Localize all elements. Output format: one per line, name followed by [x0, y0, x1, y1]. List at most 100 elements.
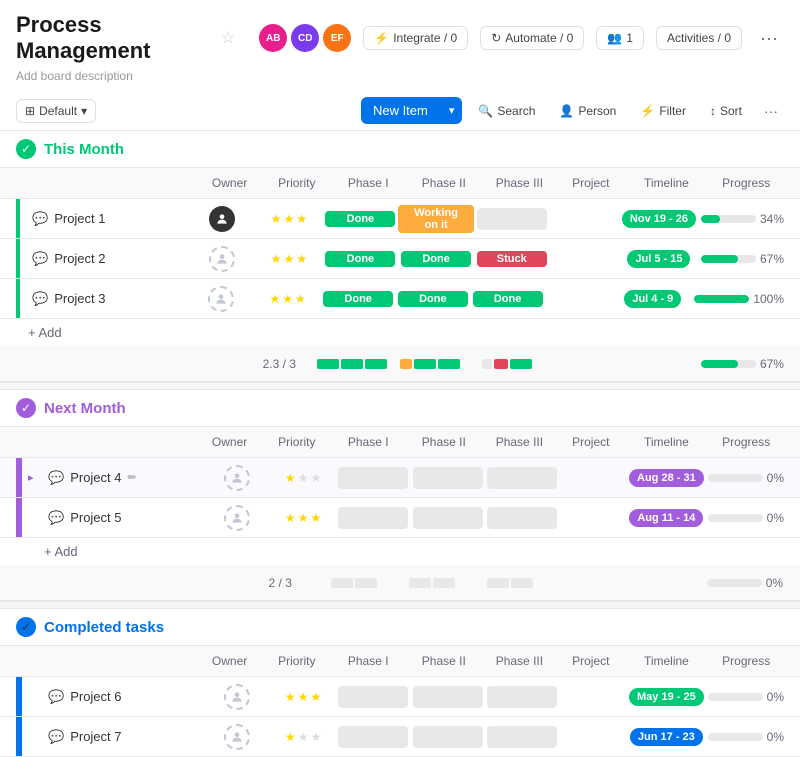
add-item-button-next-month[interactable]: + Add — [0, 538, 800, 565]
row-timeline[interactable]: May 19 - 25 — [625, 688, 708, 706]
search-button[interactable]: 🔍 Search — [470, 100, 543, 122]
row-timeline[interactable]: Aug 11 - 14 — [625, 509, 708, 527]
row-priority[interactable]: ★ ★ ★ — [255, 252, 322, 266]
star-filled: ★ — [285, 511, 296, 525]
phase-badge: Done — [323, 291, 393, 307]
timeline-badge: May 19 - 25 — [629, 688, 704, 706]
edit-icon[interactable]: ✏ — [128, 471, 137, 484]
more-options-button[interactable]: ··· — [754, 24, 784, 53]
new-item-button[interactable]: New Item ▾ — [361, 97, 462, 124]
row-priority[interactable]: ★ ★ ★ — [270, 471, 336, 485]
row-phase2[interactable] — [410, 686, 484, 708]
comment-icon[interactable]: 💬 — [32, 291, 48, 307]
comment-icon[interactable]: 💬 — [32, 211, 48, 227]
row-owner[interactable] — [204, 684, 270, 710]
sort-icon: ↕ — [710, 104, 716, 118]
row-owner[interactable] — [204, 465, 270, 491]
row-phase3[interactable] — [474, 208, 550, 230]
row-phase1[interactable]: Done — [323, 211, 399, 227]
filter-button[interactable]: ⚡ Filter — [632, 100, 694, 122]
progress-bar — [701, 215, 756, 223]
view-default-button[interactable]: ⊞ Default ▾ — [16, 99, 96, 123]
app-title: Process Management — [16, 12, 205, 64]
row-phase2[interactable]: Done — [398, 251, 474, 267]
row-owner[interactable] — [204, 505, 270, 531]
integrate-button[interactable]: ⚡ Integrate / 0 — [363, 26, 468, 50]
row-priority[interactable]: ★ ★ ★ — [254, 292, 320, 306]
progress-value: 100% — [753, 292, 784, 306]
row-phase3[interactable] — [485, 686, 559, 708]
col-owner-header: Owner — [196, 654, 263, 668]
summary-progress-value: 67% — [760, 357, 784, 371]
phase-badge: Done — [398, 291, 468, 307]
row-priority[interactable]: ★ ★ ★ — [270, 511, 336, 525]
comment-icon[interactable]: 💬 — [32, 251, 48, 267]
people-button[interactable]: 👥 1 — [596, 26, 644, 50]
row-phase2[interactable]: Done — [396, 291, 471, 307]
col-phase3-header: Phase III — [482, 435, 558, 449]
row-owner[interactable] — [188, 206, 255, 232]
row-phase1[interactable]: Done — [323, 251, 399, 267]
new-item-main-button[interactable]: New Item — [361, 97, 440, 124]
automate-button[interactable]: ↻ Automate / 0 — [480, 26, 584, 50]
activities-button[interactable]: Activities / 0 — [656, 26, 742, 50]
add-description-link[interactable]: Add board description — [16, 69, 133, 83]
comment-icon[interactable]: 💬 — [48, 729, 64, 745]
row-owner[interactable] — [204, 724, 270, 750]
avatar-empty — [209, 246, 235, 272]
row-timeline[interactable]: Nov 19 - 26 — [617, 210, 701, 228]
table-row: 💬 Project 6 ★ ★ ★ — [0, 677, 800, 717]
comment-icon[interactable]: 💬 — [48, 470, 64, 486]
row-phase1[interactable] — [336, 686, 410, 708]
col-phase3-header: Phase III — [482, 654, 558, 668]
summary-row-this-month: 2.3 / 3 — [0, 346, 800, 382]
row-phase3[interactable]: Stuck — [474, 251, 550, 267]
row-arrow[interactable]: ▸ — [28, 471, 44, 484]
row-phase3[interactable] — [485, 507, 559, 529]
progress-bar — [708, 733, 763, 741]
toolbar-more-button[interactable]: ··· — [758, 99, 784, 123]
summary-phase2 — [391, 359, 468, 369]
col-name-header — [16, 657, 196, 665]
row-phase2[interactable]: Working on it — [398, 205, 474, 233]
timeline-badge: Aug 11 - 14 — [629, 509, 703, 527]
add-item-button[interactable]: + Add — [0, 319, 800, 346]
person-filter-button[interactable]: 👤 Person — [551, 100, 624, 122]
row-phase2[interactable] — [410, 467, 484, 489]
row-phase3[interactable]: Done — [470, 291, 545, 307]
row-timeline[interactable]: Jul 5 - 15 — [617, 250, 701, 268]
row-priority[interactable]: ★ ★ ★ — [270, 690, 336, 704]
row-name: 💬 Project 5 — [44, 510, 204, 526]
row-timeline[interactable]: Aug 28 - 31 — [625, 469, 708, 487]
row-phase3[interactable] — [485, 726, 559, 748]
star-filled: ★ — [295, 292, 306, 306]
phase-empty — [477, 208, 547, 230]
col-phase3-header: Phase III — [482, 176, 558, 190]
row-timeline[interactable]: Jul 4 - 9 — [611, 290, 694, 308]
row-phase1[interactable] — [336, 507, 410, 529]
new-item-dropdown-button[interactable]: ▾ — [441, 98, 463, 123]
favorite-icon[interactable]: ☆ — [221, 28, 235, 48]
row-phase2[interactable] — [410, 726, 484, 748]
row-progress: 0% — [708, 730, 784, 744]
comment-icon[interactable]: 💬 — [48, 510, 64, 526]
progress-value: 0% — [767, 511, 784, 525]
automate-icon: ↻ — [491, 31, 501, 45]
col-project-header: Project — [557, 654, 624, 668]
row-priority[interactable]: ★ ★ ★ — [270, 730, 336, 744]
row-phase1[interactable] — [336, 467, 410, 489]
avatar-2: CD — [291, 24, 319, 52]
star-empty: ★ — [298, 471, 309, 485]
row-priority[interactable]: ★ ★ ★ — [255, 212, 322, 226]
column-headers-this-month: Owner Priority Phase I Phase II Phase II… — [0, 167, 800, 199]
sort-button[interactable]: ↕ Sort — [702, 100, 750, 122]
row-owner[interactable] — [188, 286, 254, 312]
row-owner[interactable] — [188, 246, 255, 272]
comment-icon[interactable]: 💬 — [48, 689, 64, 705]
star-filled: ★ — [269, 292, 280, 306]
row-phase1[interactable]: Done — [321, 291, 396, 307]
row-phase3[interactable] — [485, 467, 559, 489]
row-timeline[interactable]: Jun 17 - 23 — [625, 728, 708, 746]
row-phase2[interactable] — [410, 507, 484, 529]
row-phase1[interactable] — [336, 726, 410, 748]
